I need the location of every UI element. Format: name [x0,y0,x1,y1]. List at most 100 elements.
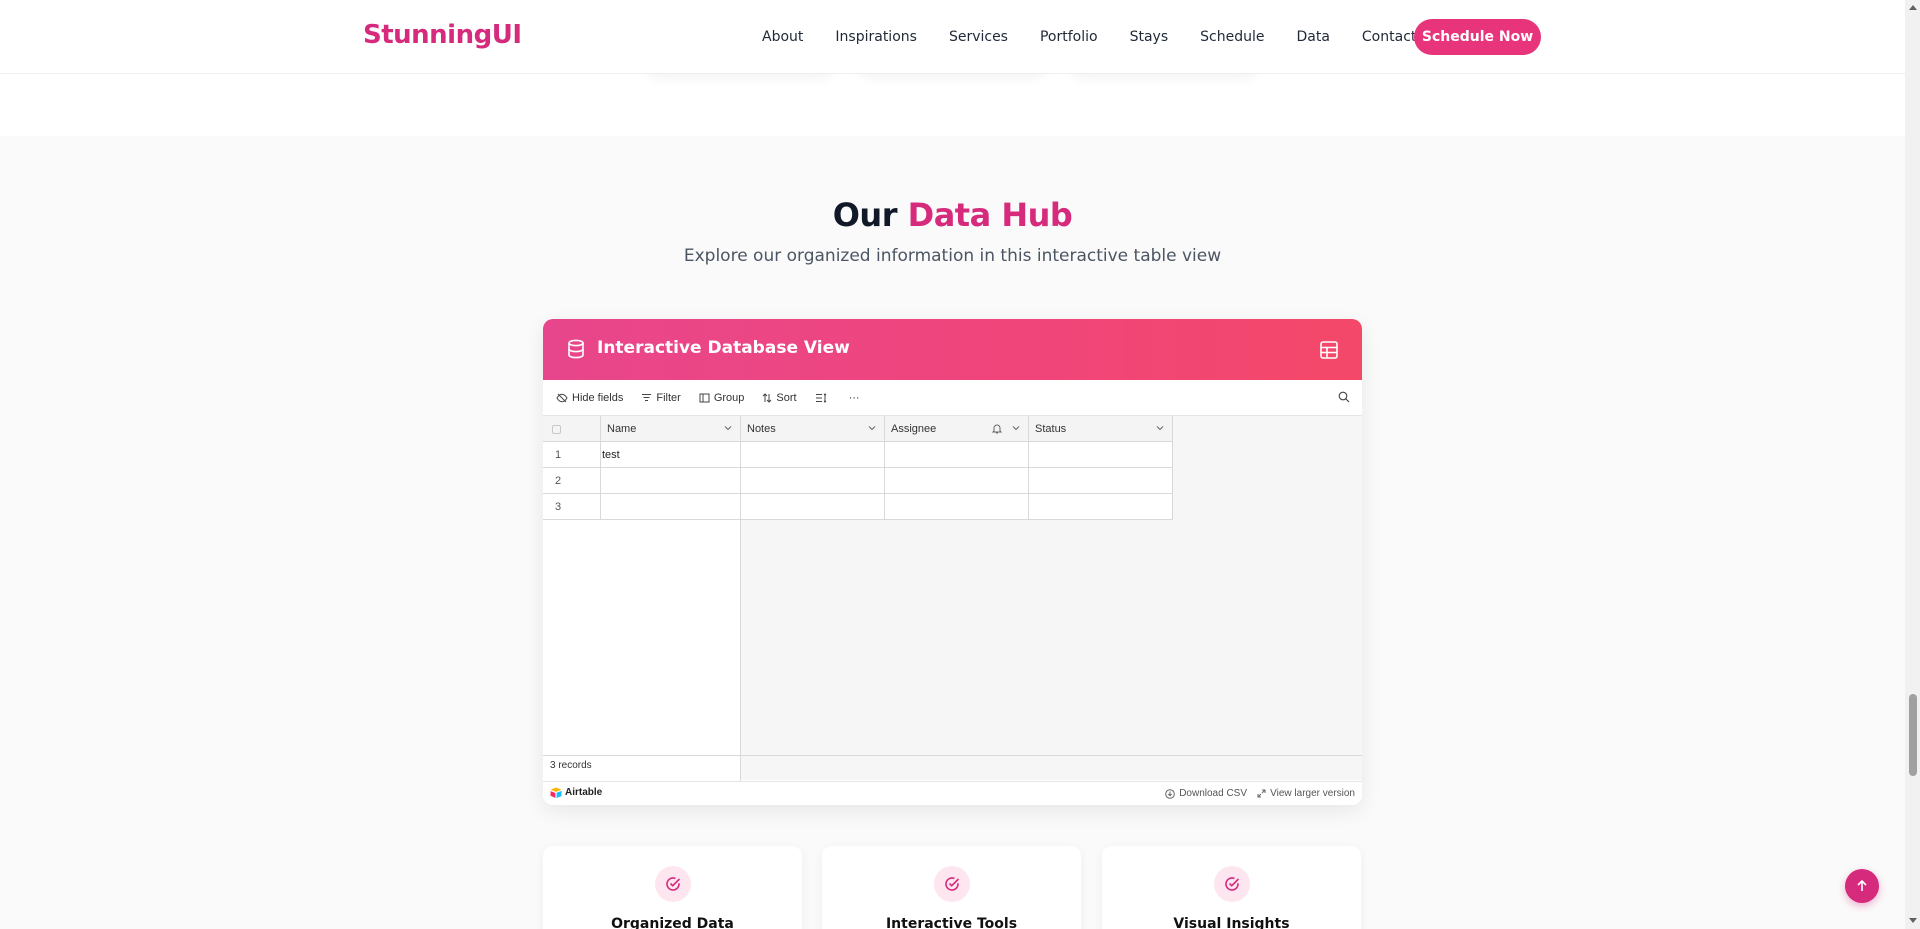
table-grid-icon[interactable] [1320,341,1338,359]
more-options-label: ··· [848,391,860,404]
embed-footer: Airtable Download CSV View larger versio… [543,781,1362,805]
row-number: 2 [543,468,601,493]
assignee-cell[interactable] [885,494,1029,519]
airtable-brand[interactable]: Airtable [550,787,602,798]
select-all-cell[interactable] [543,416,601,442]
download-icon [1165,788,1175,799]
site-logo[interactable]: StunningUI [363,20,522,50]
database-card-title: Interactive Database View [597,338,850,358]
nav-stays[interactable]: Stays [1130,29,1169,45]
filter-icon [642,394,652,401]
assignee-cell[interactable] [885,468,1029,493]
column-header-status[interactable]: Status [1029,416,1173,442]
grid-view: Name Notes Assignee Status 1 test 2 3 3 … [543,416,1362,799]
nav-portfolio[interactable]: Portfolio [1040,29,1098,45]
arrow-up-icon [1857,879,1867,891]
column-header-label: Notes [747,423,776,435]
search-icon[interactable] [1338,391,1350,403]
scroll-down-arrow[interactable] [1909,918,1917,923]
expand-icon [1257,789,1266,798]
nav-services[interactable]: Services [949,29,1008,45]
group-button[interactable]: Group [699,391,745,404]
column-header-assignee[interactable]: Assignee [885,416,1029,442]
download-csv-link[interactable]: Download CSV [1165,788,1247,799]
sort-icon [763,392,772,403]
notes-cell[interactable] [741,442,885,467]
check-circle-icon [1214,866,1250,902]
airtable-logo-icon [550,787,562,798]
column-header-label: Assignee [891,423,937,435]
row-number: 3 [543,494,601,519]
section-title-prefix: Our [832,196,898,234]
eye-off-icon [556,393,568,402]
column-header-label: Status [1035,423,1067,435]
feature-title: Organized Data [611,916,734,929]
column-header-name[interactable]: Name [601,416,741,442]
name-cell[interactable] [601,468,741,493]
group-label: Group [713,391,745,404]
summary-divider [543,755,1362,756]
table-row[interactable]: 2 [543,468,1173,494]
name-cell[interactable]: test [601,442,741,467]
feature-title: Interactive Tools [885,916,1018,929]
status-cell[interactable] [1029,468,1173,493]
nav-schedule[interactable]: Schedule [1200,29,1264,45]
notes-cell[interactable] [741,468,885,493]
nav-inspirations[interactable]: Inspirations [835,29,917,45]
chevron-down-icon[interactable] [868,425,876,431]
site-header: StunningUI About Inspirations Services P… [0,0,1905,74]
back-to-top-button[interactable] [1845,869,1879,903]
chevron-down-icon[interactable] [724,425,732,431]
airtable-brand-label: Airtable [565,787,603,798]
feature-card: Visual Insights [1102,846,1361,929]
chevron-down-icon[interactable] [1012,425,1020,431]
sort-button[interactable]: Sort [762,391,797,404]
database-card-header: Interactive Database View [543,319,1362,380]
scroll-up-arrow[interactable] [1909,5,1917,10]
schedule-now-button[interactable]: Schedule Now [1414,19,1541,55]
database-card: Interactive Database View Hide fields Fi… [543,319,1362,805]
page-scrollbar[interactable] [1905,0,1920,929]
row-height-button[interactable] [815,392,831,403]
assignee-cell[interactable] [885,442,1029,467]
column-header-notes[interactable]: Notes [741,416,885,442]
group-icon [699,393,710,402]
sort-label: Sort [776,391,797,404]
chevron-down-icon[interactable] [1156,425,1164,431]
check-circle-icon [655,866,691,902]
column-header-label: Name [607,423,637,435]
section-title: Our Data Hub [0,196,1905,234]
status-cell[interactable] [1029,494,1173,519]
filter-button[interactable]: Filter [641,391,681,404]
notes-cell[interactable] [741,494,885,519]
view-larger-label: View larger version [1270,788,1355,799]
section-title-accent: Data Hub [907,196,1073,234]
view-larger-link[interactable]: View larger version [1257,788,1355,799]
check-circle-icon [934,866,970,902]
nav-about[interactable]: About [762,29,803,45]
status-cell[interactable] [1029,442,1173,467]
view-toolbar: Hide fields Filter Group Sort ··· [543,380,1362,416]
feature-card: Interactive Tools [822,846,1081,929]
download-csv-label: Download CSV [1179,788,1247,799]
hide-fields-button[interactable]: Hide fields [556,392,623,404]
filter-label: Filter [656,391,681,404]
table-header: Name Notes Assignee Status [543,416,1173,442]
select-all-checkbox[interactable] [552,424,561,434]
feature-title: Visual Insights [1173,916,1290,929]
table-row[interactable]: 1 test [543,442,1173,468]
name-cell[interactable] [601,494,741,519]
hide-fields-label: Hide fields [572,391,624,404]
more-options-button[interactable]: ··· [849,392,860,404]
feature-card: Organized Data [543,846,802,929]
main-nav: About Inspirations Services Portfolio St… [762,0,1448,74]
row-height-icon [815,392,826,403]
scrollbar-thumb[interactable] [1909,694,1917,776]
nav-contact[interactable]: Contact [1362,29,1416,45]
table-row[interactable]: 3 [543,494,1173,520]
section-subtitle: Explore our organized information in thi… [683,246,1222,266]
record-count: 3 records [550,760,592,771]
row-number: 1 [543,442,601,467]
bell-icon[interactable] [992,423,1002,434]
nav-data[interactable]: Data [1296,29,1329,45]
